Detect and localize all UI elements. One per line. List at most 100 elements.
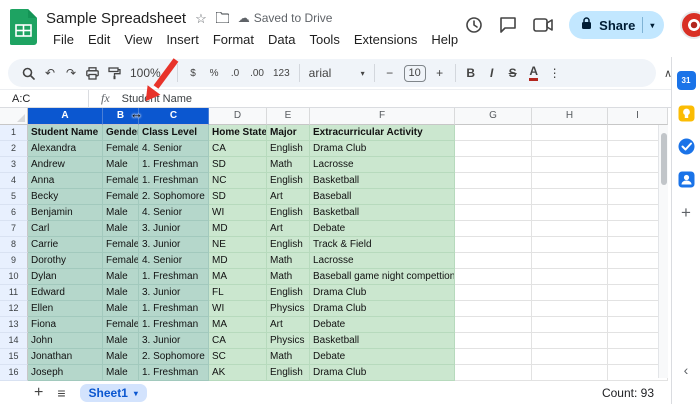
cell[interactable]: Alexandra (28, 141, 103, 157)
cell[interactable] (455, 317, 532, 333)
cell[interactable]: Class Level (139, 125, 209, 141)
redo-icon[interactable]: ↷ (61, 61, 81, 85)
cell[interactable]: English (267, 237, 310, 253)
name-box[interactable]: A:C (0, 93, 88, 105)
cell[interactable]: Drama Club (310, 301, 455, 317)
cell[interactable]: Physics (267, 301, 310, 317)
cell[interactable]: Basketball (310, 173, 455, 189)
cell[interactable]: Male (103, 333, 139, 349)
cell[interactable]: Physics (267, 333, 310, 349)
cell[interactable] (532, 221, 608, 237)
all-sheets-menu-icon[interactable]: ≡ (57, 386, 65, 400)
menu-format[interactable]: Format (206, 30, 261, 49)
cell[interactable]: 2. Sophomore (139, 189, 209, 205)
column-header-B[interactable]: B (103, 108, 139, 125)
menu-file[interactable]: File (46, 30, 81, 49)
cell[interactable]: Female (103, 317, 139, 333)
cell[interactable] (455, 189, 532, 205)
share-button[interactable]: Share ▾ (569, 11, 665, 39)
menu-data[interactable]: Data (261, 30, 302, 49)
menu-help[interactable]: Help (424, 30, 465, 49)
cell[interactable]: Becky (28, 189, 103, 205)
cell[interactable] (532, 253, 608, 269)
cell[interactable] (532, 141, 608, 157)
cell[interactable]: Art (267, 189, 310, 205)
cell[interactable]: Basketball (310, 333, 455, 349)
cell[interactable]: Home State (209, 125, 267, 141)
cell[interactable] (532, 317, 608, 333)
paint-format-icon[interactable] (104, 61, 125, 85)
sheet-tab-sheet1[interactable]: Sheet1 ▾ (79, 384, 147, 402)
cell[interactable]: Female (103, 173, 139, 189)
calendar-icon[interactable]: 31 (676, 71, 696, 90)
selection-count-badge[interactable]: Count: 93 (602, 386, 654, 400)
cell[interactable]: Math (267, 269, 310, 285)
sheet-tab-dropdown-icon[interactable]: ▾ (134, 389, 138, 398)
cell[interactable]: Extracurricular Activity (310, 125, 455, 141)
cell[interactable]: Benjamin (28, 205, 103, 221)
cell[interactable]: Carl (28, 221, 103, 237)
cell[interactable]: Joseph (28, 365, 103, 381)
cell[interactable]: Track & Field (310, 237, 455, 253)
row-header-16[interactable]: 16 (0, 365, 28, 381)
cell[interactable] (455, 285, 532, 301)
zoom-select[interactable]: 100% ▾ (126, 61, 172, 85)
cell[interactable]: Drama Club (310, 141, 455, 157)
format-percent-button[interactable]: % (204, 61, 224, 85)
cell[interactable] (532, 365, 608, 381)
cell[interactable]: 1. Freshman (139, 269, 209, 285)
row-header-9[interactable]: 9 (0, 253, 28, 269)
row-header-12[interactable]: 12 (0, 301, 28, 317)
column-header-E[interactable]: E (267, 108, 310, 125)
cell[interactable] (455, 253, 532, 269)
cell[interactable]: Lacrosse (310, 253, 455, 269)
cell[interactable]: 4. Senior (139, 253, 209, 269)
column-header-A[interactable]: A (28, 108, 103, 125)
cell[interactable]: 2. Sophomore (139, 349, 209, 365)
cell[interactable]: CA (209, 333, 267, 349)
cell[interactable]: Art (267, 221, 310, 237)
cell[interactable]: English (267, 365, 310, 381)
cell[interactable]: FL (209, 285, 267, 301)
cell[interactable]: WI (209, 301, 267, 317)
cell[interactable]: Female (103, 253, 139, 269)
cell[interactable] (455, 301, 532, 317)
cell[interactable] (455, 173, 532, 189)
share-dropdown-icon[interactable]: ▾ (650, 21, 654, 30)
cell[interactable] (532, 333, 608, 349)
increase-font-size-button[interactable]: + (430, 61, 450, 85)
side-panel-collapse-icon[interactable]: ‹ (684, 362, 689, 378)
cell[interactable] (532, 189, 608, 205)
cell[interactable] (455, 365, 532, 381)
cell[interactable]: Male (103, 349, 139, 365)
cell[interactable]: Gender (103, 125, 139, 141)
row-header-15[interactable]: 15 (0, 349, 28, 365)
column-header-D[interactable]: D (209, 108, 267, 125)
star-icon[interactable]: ☆ (195, 12, 207, 25)
cell[interactable] (455, 333, 532, 349)
column-header-C[interactable]: C (139, 108, 209, 125)
cell[interactable]: 3. Junior (139, 285, 209, 301)
row-header-1[interactable]: 1 (0, 125, 28, 141)
cell[interactable]: Female (103, 141, 139, 157)
print-icon[interactable] (82, 61, 103, 85)
row-header-3[interactable]: 3 (0, 157, 28, 173)
cell[interactable]: Male (103, 221, 139, 237)
cell[interactable]: Math (267, 253, 310, 269)
cell[interactable]: SD (209, 157, 267, 173)
tasks-icon[interactable] (677, 137, 696, 156)
format-currency-button[interactable]: $ (183, 61, 203, 85)
cell[interactable]: Fiona (28, 317, 103, 333)
cell[interactable]: Female (103, 189, 139, 205)
add-sheet-button[interactable]: + (34, 385, 43, 401)
cell[interactable] (532, 301, 608, 317)
bold-button[interactable]: B (461, 61, 481, 85)
cell[interactable] (455, 237, 532, 253)
cell[interactable] (455, 141, 532, 157)
comment-icon[interactable] (499, 16, 517, 34)
cell[interactable]: Edward (28, 285, 103, 301)
cell[interactable]: Math (267, 349, 310, 365)
cell[interactable]: Andrew (28, 157, 103, 173)
row-header-6[interactable]: 6 (0, 205, 28, 221)
cell[interactable]: Lacrosse (310, 157, 455, 173)
